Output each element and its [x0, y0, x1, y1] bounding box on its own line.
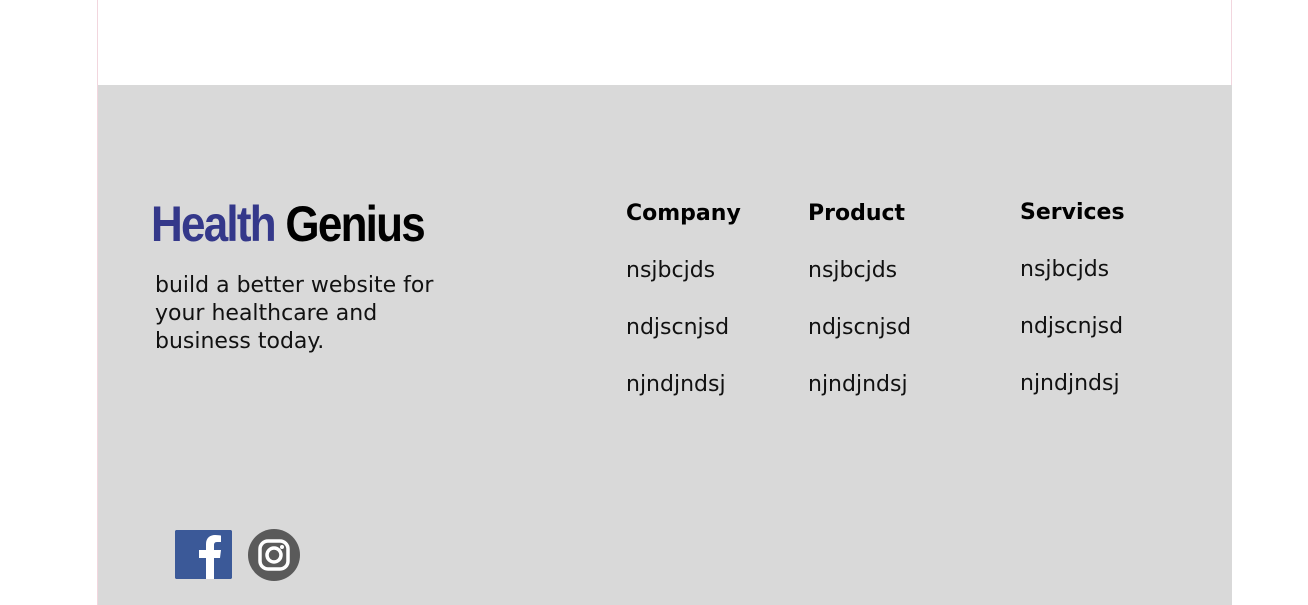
logo-word-genius: Genius — [285, 196, 425, 252]
footer-link[interactable]: nsjbcjds — [1020, 255, 1125, 285]
footer-column-company: Company nsjbcjds ndjscnjsd njndjndsj — [626, 199, 741, 427]
column-title: Product — [808, 201, 906, 226]
footer-link[interactable]: ndjscnjsd — [1020, 312, 1125, 342]
footer-column-services: Services nsjbcjds ndjscnjsd njndjndsj — [1020, 198, 1125, 426]
footer-link[interactable]: nsjbcjds — [626, 256, 741, 286]
instagram-icon[interactable] — [248, 529, 300, 581]
footer-column-product: Product nsjbcjds ndjscnjsd njndjndsj — [808, 199, 911, 427]
footer-link[interactable]: nsjbcjds — [808, 256, 911, 286]
footer-link[interactable]: njndjndsj — [626, 370, 741, 400]
brand-tagline: build a better website for your healthca… — [155, 273, 434, 354]
site-footer: Health Genius build a better website for… — [98, 85, 1232, 605]
brand-logo[interactable]: Health Genius — [151, 196, 426, 252]
logo-word-health: Health — [151, 196, 277, 252]
facebook-icon[interactable] — [175, 530, 232, 579]
footer-link[interactable]: njndjndsj — [1020, 369, 1125, 399]
footer-link[interactable]: njndjndsj — [808, 370, 911, 400]
footer-link[interactable]: ndjscnjsd — [626, 313, 741, 343]
footer-link[interactable]: ndjscnjsd — [808, 313, 911, 343]
column-title: Company — [626, 201, 741, 226]
column-title: Services — [1020, 200, 1125, 225]
